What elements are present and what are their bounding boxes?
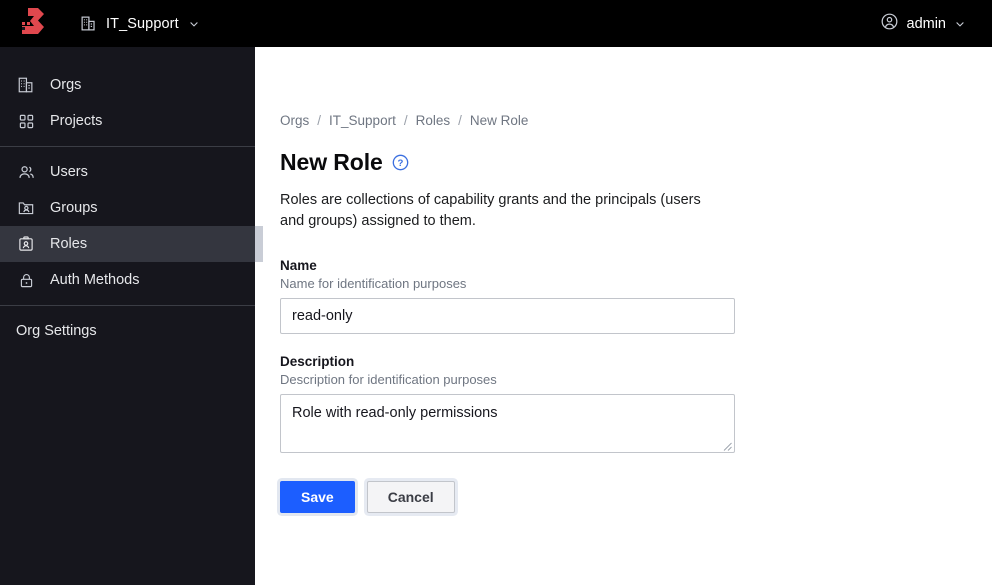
sidebar-item-projects[interactable]: Projects — [0, 103, 255, 139]
user-menu[interactable]: admin — [874, 7, 973, 41]
description-field-label: Description — [280, 353, 355, 369]
sidebar-item-users[interactable]: Users — [0, 154, 255, 190]
description-textarea[interactable] — [280, 393, 735, 453]
grid-icon — [16, 113, 36, 130]
form-actions: Save Cancel — [280, 480, 992, 513]
breadcrumb: Orgs / IT_Support / Roles / New Role — [280, 113, 992, 128]
page-title-row: New Role ? — [280, 149, 992, 176]
name-field-group: Name Name for identification purposes — [280, 258, 992, 334]
breadcrumb-separator: / — [403, 113, 408, 128]
sidebar-item-label: Auth Methods — [50, 271, 140, 288]
description-textarea-wrap — [280, 393, 735, 453]
id-card-icon — [16, 235, 36, 253]
sidebar-item-org-settings[interactable]: Org Settings — [0, 313, 255, 349]
cancel-button[interactable]: Cancel — [366, 480, 455, 513]
page-description: Roles are collections of capability gran… — [280, 192, 701, 230]
sidebar-item-label: Projects — [50, 112, 103, 129]
sidebar-item-label: Groups — [50, 199, 98, 216]
sidebar-item-label: Orgs — [50, 76, 82, 93]
users-icon — [16, 163, 36, 182]
sidebar-item-auth-methods[interactable]: Auth Methods — [0, 262, 255, 298]
save-button[interactable]: Save — [280, 480, 355, 513]
user-circle-icon — [880, 12, 899, 36]
breadcrumb-item-it-support[interactable]: IT_Support — [329, 113, 396, 128]
app-body: Orgs Projects Users Groups Roles Auth Me… — [0, 47, 992, 585]
sidebar-item-label: Users — [50, 163, 88, 180]
sidebar-group-settings: Org Settings — [0, 306, 255, 356]
name-input[interactable] — [280, 297, 735, 334]
app-header: IT_Support admin — [0, 0, 992, 47]
chevron-down-icon — [954, 18, 966, 30]
building-icon — [16, 76, 36, 94]
breadcrumb-item-roles[interactable]: Roles — [416, 113, 451, 128]
breadcrumb-separator: / — [458, 113, 462, 128]
building-icon — [80, 15, 97, 32]
sidebar-group-resources: Orgs Projects — [0, 60, 255, 146]
sidebar-item-label: Roles — [50, 235, 88, 252]
description-field-help: Description for identification purposes — [280, 371, 497, 387]
app-root: IT_Support admin Orgs Projects Users Gro… — [0, 0, 992, 585]
sidebar: Orgs Projects Users Groups Roles Auth Me… — [0, 47, 263, 585]
org-selector[interactable]: IT_Support — [72, 10, 208, 37]
breadcrumb-item-new-role: New Role — [469, 113, 529, 128]
name-field-label: Name — [280, 257, 317, 273]
sidebar-item-groups[interactable]: Groups — [0, 190, 255, 226]
breadcrumb-item-orgs[interactable]: Orgs — [280, 113, 309, 128]
lock-icon — [16, 272, 36, 289]
chevron-down-icon — [188, 18, 200, 30]
sidebar-item-orgs[interactable]: Orgs — [0, 67, 255, 103]
name-field-help: Name for identification purposes — [280, 275, 467, 291]
svg-text:?: ? — [397, 158, 403, 169]
boundary-logo-link[interactable] — [0, 0, 64, 47]
sidebar-group-iam: Users Groups Roles Auth Methods — [0, 147, 263, 305]
question-circle-icon[interactable]: ? — [392, 154, 409, 171]
main-content: Orgs / IT_Support / Roles / New Role New… — [255, 47, 992, 585]
description-field-group: Description Description for identificati… — [280, 354, 992, 453]
page-title: New Role — [280, 149, 383, 175]
sidebar-item-label: Org Settings — [16, 322, 97, 339]
breadcrumb-separator: / — [317, 113, 322, 128]
org-name-label: IT_Support — [106, 15, 179, 32]
boundary-logo-icon — [18, 6, 46, 41]
sidebar-item-roles[interactable]: Roles — [0, 226, 263, 262]
user-name-label: admin — [906, 15, 947, 32]
folder-user-icon — [16, 199, 36, 217]
